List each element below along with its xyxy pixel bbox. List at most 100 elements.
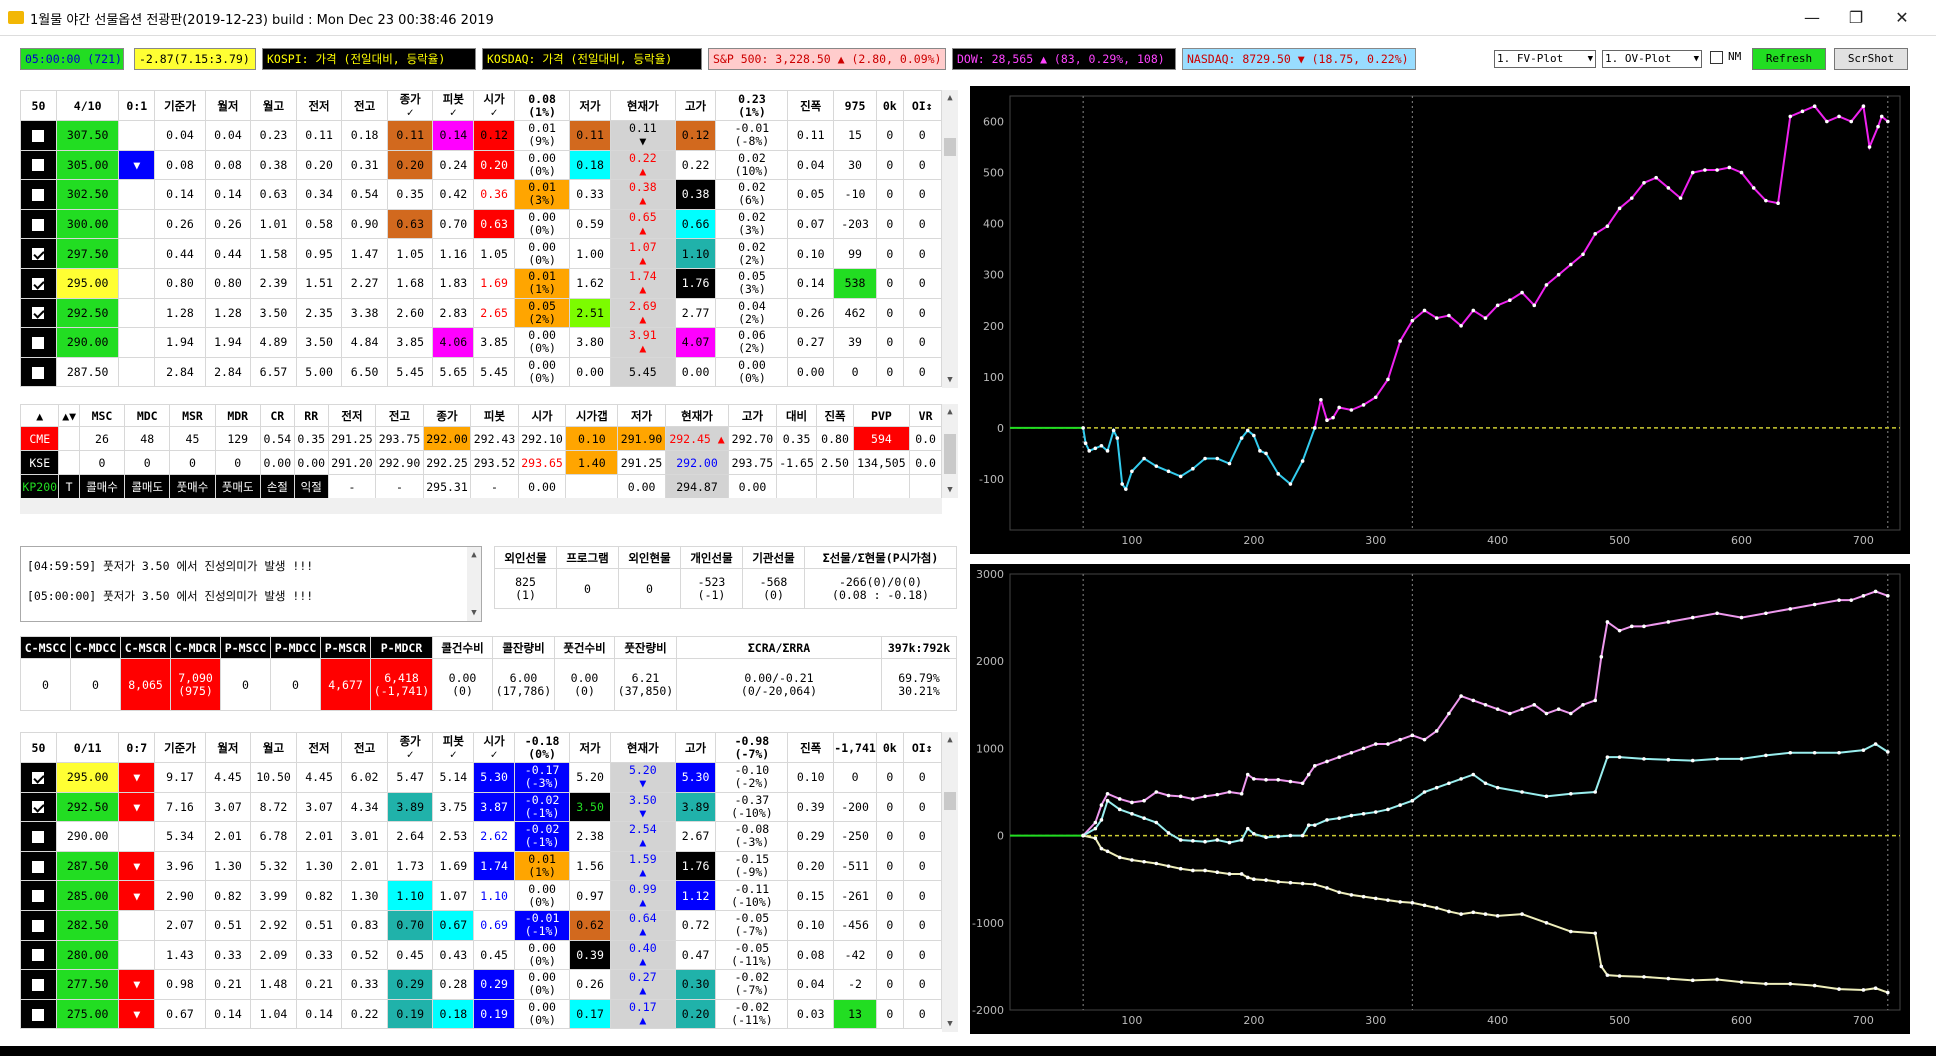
minimize-button[interactable]: — — [1796, 6, 1828, 30]
scroll-up-icon[interactable]: ▲ — [942, 404, 958, 420]
table-cell: 538 — [832, 267, 878, 299]
table-row[interactable]: 297.50 0.44 0.44 1.58 0.95 1.47 1.05 1.16 1.05 0.… — [20, 238, 942, 269]
scroll-up-icon[interactable]: ▲ — [467, 547, 481, 563]
table-row[interactable]: 292.50 ▼ 7.16 3.07 8.72 3.07 4.34 3.89 3.75 3.87-… — [20, 791, 942, 823]
scrshot-button[interactable]: ScrShot — [1834, 48, 1908, 70]
row-checkbox-cell[interactable] — [20, 791, 57, 823]
table-row[interactable]: 307.50 0.04 0.04 0.23 0.11 0.18 0.11 0.14 0.12 0.… — [20, 120, 942, 151]
row-checkbox-cell[interactable] — [20, 208, 57, 240]
row-checkbox[interactable] — [32, 919, 45, 932]
row-checkbox[interactable] — [32, 277, 45, 290]
series-point — [1508, 711, 1512, 716]
table-cell: 2.53 — [432, 821, 475, 852]
row-checkbox-cell[interactable] — [20, 297, 57, 329]
row-checkbox[interactable] — [32, 307, 45, 320]
scroll-down-icon[interactable]: ▼ — [942, 482, 958, 498]
row-checkbox[interactable] — [32, 129, 45, 142]
refresh-button[interactable]: Refresh — [1752, 48, 1826, 70]
scroll-down-icon[interactable]: ▼ — [467, 605, 481, 621]
table-row[interactable]: 287.50 ▼ 3.96 1.30 5.32 1.30 2.01 1.73 1.69 1.74 0… — [20, 850, 942, 882]
table-row[interactable]: 280.00 1.43 0.33 2.09 0.33 0.52 0.45 0.43 0.45 0.… — [20, 939, 942, 971]
call-table-scrollbar[interactable]: ▲ ▼ — [942, 90, 958, 388]
row-checkbox-cell[interactable] — [20, 356, 57, 388]
table-row[interactable]: 285.00 ▼ 2.90 0.82 3.99 0.82 1.30 1.10 1.07 1.10 0… — [20, 880, 942, 911]
series-point — [1117, 797, 1122, 801]
row-checkbox-cell[interactable] — [20, 998, 57, 1030]
row-checkbox[interactable] — [32, 366, 45, 379]
series-point — [1886, 990, 1890, 995]
row-checkbox[interactable] — [32, 830, 45, 843]
row-checkbox[interactable] — [32, 218, 45, 231]
nm-checkbox[interactable] — [1710, 51, 1723, 64]
futures-hscrollbar[interactable] — [20, 498, 942, 514]
row-checkbox[interactable] — [32, 860, 45, 873]
plot2-select[interactable]: 1. OV-Plot ▼ — [1602, 50, 1702, 68]
row-checkbox[interactable] — [32, 949, 45, 962]
scroll-down-icon[interactable]: ▼ — [942, 1016, 958, 1032]
row-checkbox-cell[interactable] — [20, 909, 57, 941]
series-point — [1520, 290, 1524, 295]
row-checkbox[interactable] — [32, 771, 45, 784]
row-checkbox-cell[interactable] — [20, 850, 57, 882]
table-cell: 2.01 — [204, 821, 252, 852]
table-cell: 3.75 — [432, 791, 475, 823]
table-cell: 291.25 — [617, 450, 666, 475]
row-checkbox-cell[interactable] — [20, 267, 57, 299]
table-row[interactable]: 277.50 ▼ 0.98 0.21 1.48 0.21 0.33 0.29 0.28 0.29 0… — [20, 969, 942, 1000]
ratio-value: 69.79% 30.21% — [881, 658, 957, 711]
table-row[interactable]: 305.00 ▼ 0.08 0.08 0.38 0.20 0.31 0.20 0.24 0.20 0… — [20, 149, 942, 181]
message-scrollbar[interactable]: ▲ ▼ — [467, 547, 481, 621]
row-checkbox[interactable] — [32, 248, 45, 261]
table-row[interactable]: 302.50 0.14 0.14 0.63 0.34 0.54 0.35 0.42 0.36 0.… — [20, 179, 942, 210]
table-row[interactable]: 290.00 5.34 2.01 6.78 2.01 3.01 2.64 2.53 2.62 -0… — [20, 821, 942, 852]
row-checkbox-cell[interactable] — [20, 939, 57, 971]
put-table-scrollbar[interactable]: ▲ ▼ — [942, 732, 958, 1032]
table-cell: 0 — [876, 327, 904, 358]
row-checkbox[interactable] — [32, 801, 45, 814]
maximize-button[interactable]: ❐ — [1840, 6, 1872, 30]
scrollbar-thumb[interactable] — [944, 792, 956, 810]
row-checkbox-cell[interactable] — [20, 969, 57, 1000]
row-checkbox[interactable] — [32, 188, 45, 201]
plot1-select[interactable]: 1. FV-Plot ▼ — [1494, 50, 1596, 68]
row-checkbox-cell[interactable] — [20, 238, 57, 269]
row-checkbox-cell[interactable] — [20, 762, 57, 793]
table-cell — [118, 821, 156, 852]
row-checkbox-cell[interactable] — [20, 880, 57, 911]
table-row[interactable]: 275.00 ▼ 0.67 0.14 1.04 0.14 0.22 0.19 0.18 0.19 0… — [20, 998, 942, 1030]
scrollbar-thumb[interactable] — [944, 138, 956, 156]
row-checkbox-cell[interactable] — [20, 327, 57, 358]
table-row[interactable]: 292.50 1.28 1.28 3.50 2.35 3.38 2.60 2.83 2.65 0.… — [20, 297, 942, 329]
row-checkbox-cell[interactable] — [20, 821, 57, 852]
table-row[interactable]: 295.00 ▼ 9.17 4.45 10.50 4.45 6.02 5.47 5.14 5.30… — [20, 762, 942, 793]
futures-scrollbar[interactable]: ▲ ▼ — [942, 404, 958, 498]
scroll-up-icon[interactable]: ▲ — [942, 90, 958, 106]
kosdaq-badge: KOSDAQ: 가격 (전일대비, 등락율) — [482, 48, 702, 70]
row-checkbox-cell[interactable] — [20, 149, 57, 181]
table-row[interactable]: 282.50 2.07 0.51 2.92 0.51 0.83 0.70 0.67 0.69 -0… — [20, 909, 942, 941]
scrollbar-thumb[interactable] — [944, 434, 956, 474]
table-row[interactable]: KP200 T 콜매수 콜매도 풋매수 풋매도 손절 익절 - -295.31-0.00 0.00 2… — [20, 474, 942, 499]
table-cell: 0 — [902, 791, 942, 823]
table-row[interactable]: 295.00 0.80 0.80 2.39 1.51 2.27 1.68 1.83 1.69 0.… — [20, 267, 942, 299]
row-checkbox-cell[interactable] — [20, 120, 57, 151]
row-checkbox-cell[interactable] — [20, 179, 57, 210]
futures_table-header: MSC — [78, 404, 126, 427]
strike-cell: 290.00 — [55, 327, 120, 358]
scroll-up-icon[interactable]: ▲ — [942, 732, 958, 748]
table-row[interactable]: 290.00 1.94 1.94 4.89 3.50 4.84 3.85 4.06 3.85 0.… — [20, 327, 942, 358]
row-checkbox[interactable] — [32, 890, 45, 903]
table-row[interactable]: CME 26 48 45 129 0.54 0.35 291.25 293.75 292.00 29… — [20, 426, 942, 451]
row-checkbox[interactable] — [32, 978, 45, 991]
table-row[interactable]: 287.50 2.84 2.84 6.57 5.00 6.50 5.45 5.65 5.45 0.… — [20, 356, 942, 388]
table-cell: 1.28 — [204, 297, 252, 329]
table-row[interactable]: KSE 0 0 0 0 0.00 0.00 291.20 292.90 292.25 293.52 2… — [20, 450, 942, 475]
row-checkbox[interactable] — [32, 1008, 45, 1021]
table-row[interactable]: 300.00 0.26 0.26 1.01 0.58 0.90 0.63 0.70 0.63 0.… — [20, 208, 942, 240]
scroll-down-icon[interactable]: ▼ — [942, 372, 958, 388]
row-checkbox[interactable] — [32, 336, 45, 349]
close-button[interactable]: ✕ — [1886, 6, 1918, 30]
strike-cell: 307.50 — [55, 120, 120, 151]
row-checkbox[interactable] — [32, 159, 45, 172]
series-point — [1886, 594, 1890, 598]
